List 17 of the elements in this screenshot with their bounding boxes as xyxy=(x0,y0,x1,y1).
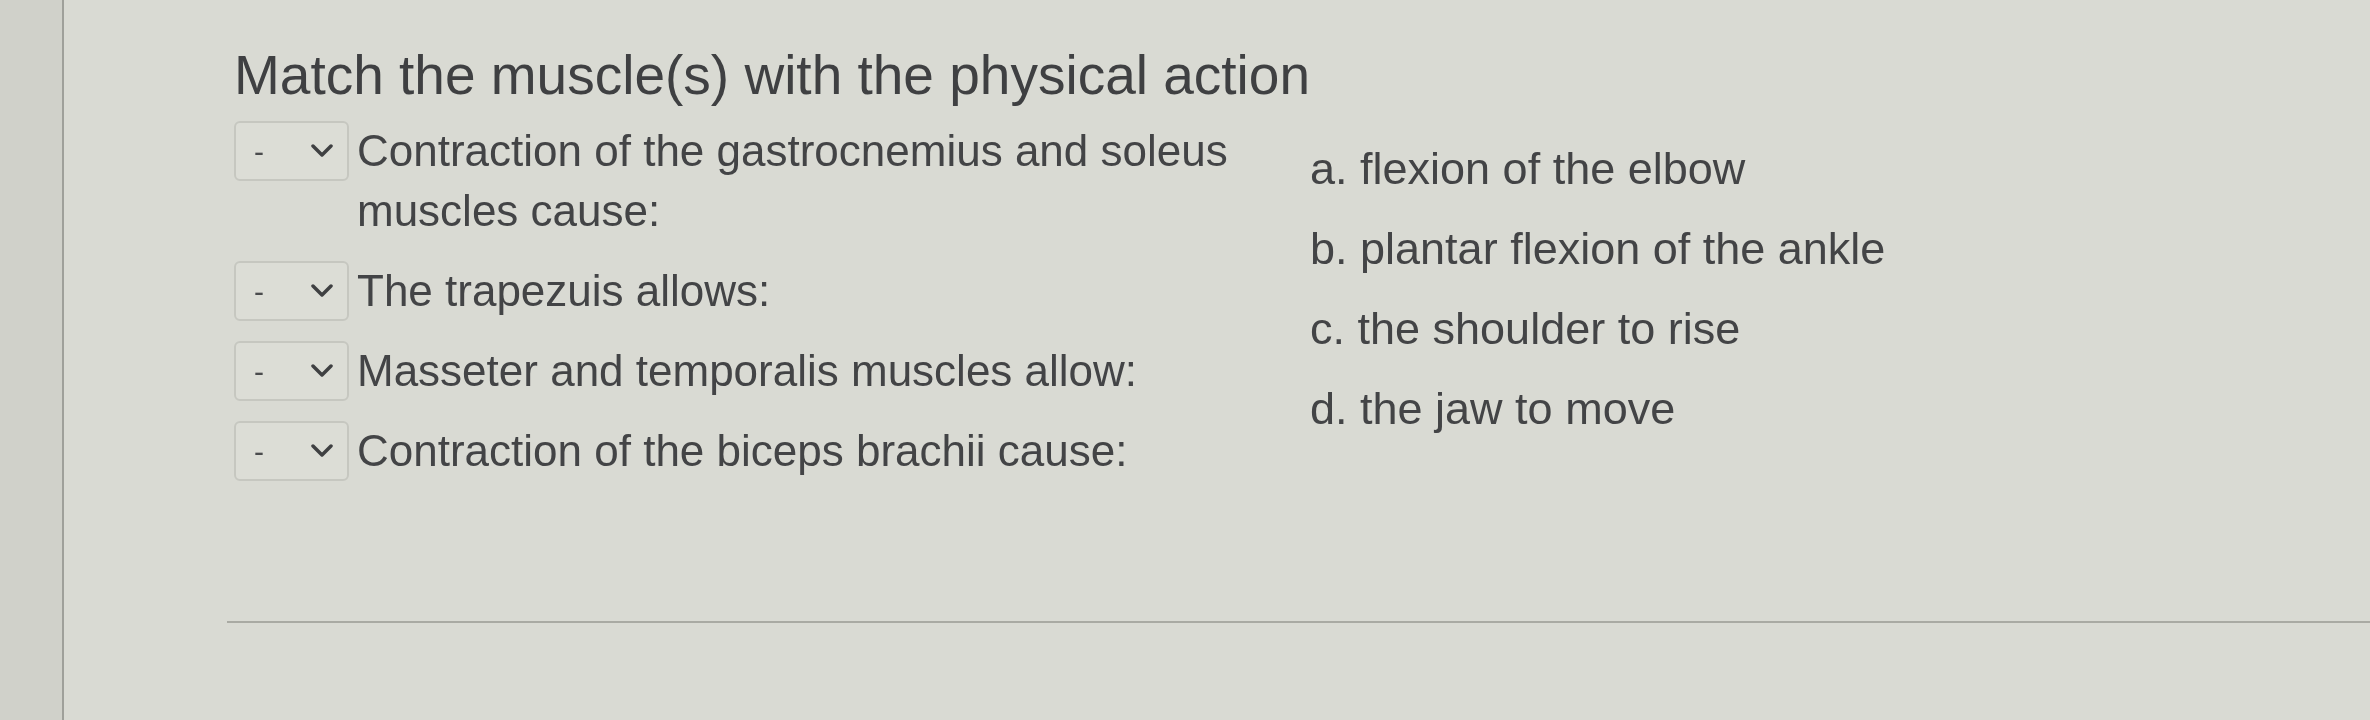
answer-dropdown[interactable]: - xyxy=(234,341,349,401)
chevron-down-icon xyxy=(311,144,333,158)
answer-dropdown[interactable]: - xyxy=(234,261,349,321)
question-prompt: Contraction of the gastrocnemius and soleus muscles cause: xyxy=(357,125,1229,237)
chevron-down-icon xyxy=(311,284,333,298)
question-prompt: Contraction of the biceps brachii cause: xyxy=(357,425,1129,477)
question-prompt: Masseter and temporalis muscles allow: xyxy=(357,345,1139,397)
chevron-down-icon xyxy=(311,444,333,458)
answer-choice: c. the shoulder to rise xyxy=(1310,302,1741,356)
answer-choice: a. flexion of the elbow xyxy=(1310,142,1746,196)
question-prompt: The trapezuis allows: xyxy=(357,265,772,317)
answer-choice: d. the jaw to move xyxy=(1310,382,1676,436)
answer-dropdown[interactable]: - xyxy=(234,421,349,481)
chevron-down-icon xyxy=(311,364,333,378)
answer-dropdown[interactable]: - xyxy=(234,121,349,181)
question-title: Match the muscle(s) with the physical action xyxy=(233,43,1310,107)
answer-choice: b. plantar flexion of the ankle xyxy=(1310,222,1886,276)
